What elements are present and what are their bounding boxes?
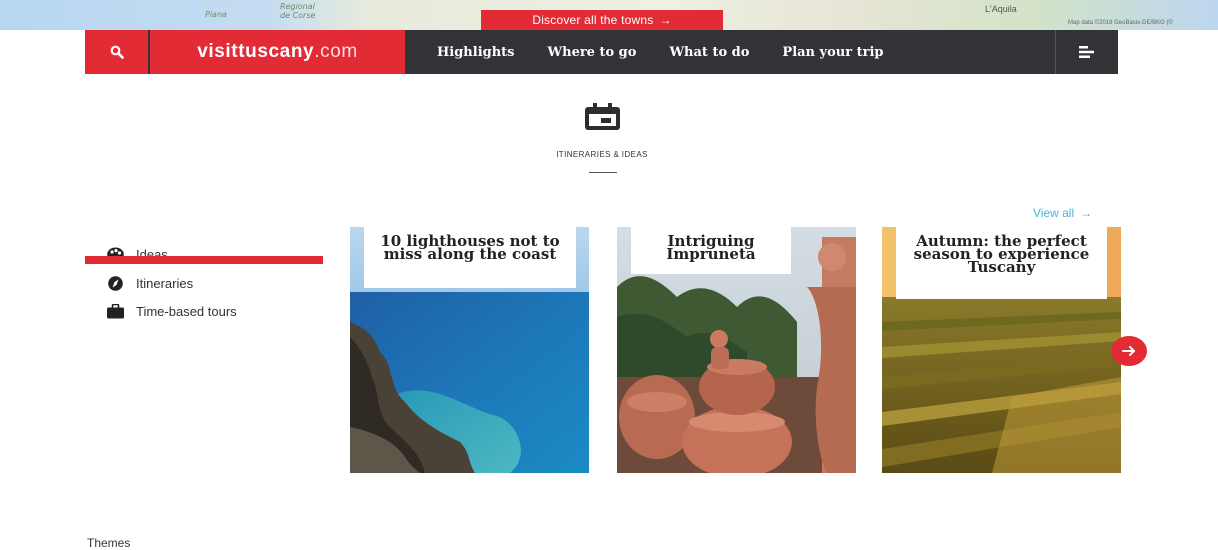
idea-card-lighthouses[interactable]: 10 lighthouses not to miss along the coa…	[350, 227, 589, 473]
card-title-impruneta: Intriguing Impruneta	[631, 227, 791, 274]
map-label-regional: Regional	[280, 2, 315, 11]
card-title-lighthouses: 10 lighthouses not to miss along the coa…	[364, 227, 576, 288]
site-logo[interactable]: visittuscany .com	[150, 30, 405, 74]
discover-towns-label: Discover all the towns	[532, 13, 654, 27]
section-title: ITINERARIES & IDEAS	[556, 150, 648, 159]
side-menu-item-time-based-tours[interactable]: Time-based tours	[107, 304, 237, 319]
themes-heading: Themes	[87, 536, 131, 550]
map-label-piana: Piana	[205, 10, 227, 19]
active-indicator	[85, 256, 323, 264]
menu-button[interactable]	[1055, 30, 1118, 74]
idea-card-autumn[interactable]: Autumn: the perfect season to experience…	[882, 227, 1121, 473]
discover-towns-button[interactable]: Discover all the towns →	[481, 10, 723, 30]
briefcase-icon	[107, 304, 124, 319]
search-button[interactable]	[85, 30, 148, 74]
idea-card-impruneta[interactable]: Intriguing Impruneta	[617, 227, 856, 473]
nav-link-what-to-do[interactable]: What to do	[669, 45, 749, 60]
arrow-right-icon	[1122, 346, 1135, 356]
view-all-label: View all	[1033, 206, 1075, 220]
nav-link-highlights[interactable]: Highlights	[437, 45, 515, 60]
side-menu-item-itineraries[interactable]: Itineraries	[107, 276, 193, 291]
nav-link-where-to-go[interactable]: Where to go	[548, 45, 637, 60]
side-menu-label-itineraries: Itineraries	[136, 276, 194, 291]
card-title-autumn: Autumn: the perfect season to experience…	[896, 227, 1107, 299]
map-label-de-corse: de Corse	[280, 11, 316, 20]
map-copyright: Map data ©2018 GeoBasis-DE/BKG (©	[1068, 20, 1173, 26]
menu-icon	[1079, 46, 1094, 58]
nav-links: Highlights Where to go What to do Plan y…	[437, 30, 883, 74]
arrow-right-icon: →	[1080, 206, 1093, 220]
side-menu-label-time-based-tours: Time-based tours	[136, 304, 237, 319]
logo-main-text: visittuscany	[197, 41, 315, 62]
nav-link-plan-your-trip[interactable]: Plan your trip	[782, 45, 883, 60]
compass-icon	[108, 276, 123, 291]
map-town-label: L'Aquila	[985, 4, 1017, 14]
arrow-right-icon: →	[659, 13, 672, 27]
calendar-icon	[585, 103, 620, 130]
main-nav: visittuscany .com Highlights Where to go …	[85, 30, 1118, 74]
carousel-next-button[interactable]	[1111, 336, 1147, 366]
section-divider	[589, 172, 617, 173]
search-icon	[110, 45, 124, 59]
view-all-link[interactable]: View all →	[1033, 206, 1092, 220]
logo-suffix-text: .com	[314, 41, 358, 62]
